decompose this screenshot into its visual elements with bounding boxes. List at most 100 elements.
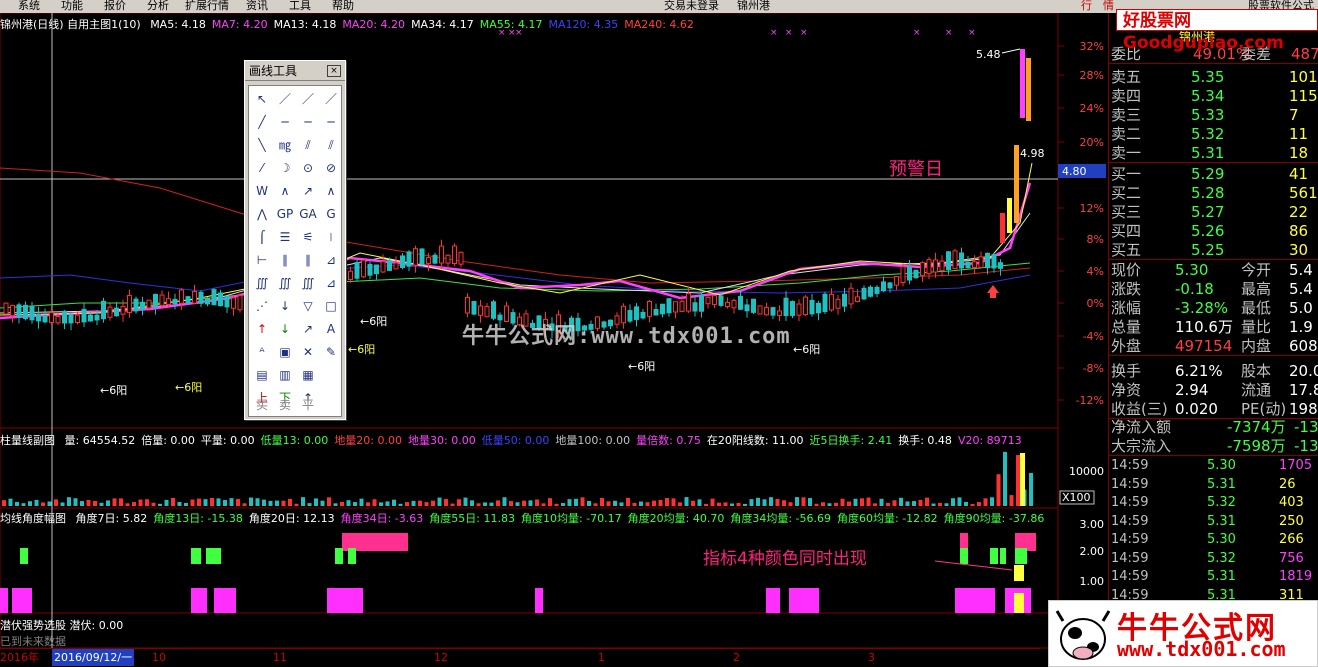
draw-tool-icon[interactable]: ↗: [297, 318, 319, 340]
cow-icon: [1055, 610, 1111, 660]
draw-tool-icon[interactable]: ─: [297, 111, 319, 133]
draw-tool-icon[interactable]: [320, 364, 342, 386]
draw-tool-icon[interactable]: GA: [297, 203, 319, 225]
draw-tool-icon[interactable]: ⊿: [320, 272, 342, 294]
pct-tick-label: 24%: [1080, 102, 1104, 115]
tick-row: 14:59 5.31 250: [1109, 513, 1318, 531]
volume-bar: [762, 499, 767, 506]
draw-tool-icon[interactable]: ↗: [297, 180, 319, 202]
stat-label: 换手: [1111, 362, 1142, 380]
draw-tool-icon[interactable]: ─: [320, 111, 342, 133]
candle-body: [419, 248, 425, 265]
tick-price: 5.30: [1207, 458, 1236, 473]
draw-tool-icon[interactable]: ／: [297, 88, 319, 110]
draw-tool-icon[interactable]: ⚟: [297, 226, 319, 248]
draw-tool-icon[interactable]: ↓: [274, 318, 296, 340]
draw-tool-icon[interactable]: ╲: [251, 134, 273, 156]
draw-tool-icon[interactable]: ∭: [297, 272, 319, 294]
buy-price: 5.26: [1191, 222, 1225, 240]
draw-tool-icon[interactable]: ⌠: [251, 226, 273, 248]
sell-price: 5.32: [1191, 125, 1225, 143]
draw-tool-trade-button[interactable]: 卖: [274, 394, 296, 416]
volume-bar: [548, 498, 552, 506]
draw-tool-icon[interactable]: ↓: [274, 295, 296, 317]
draw-tool-icon[interactable]: ⧘: [320, 226, 342, 248]
volume-bar: [528, 500, 533, 506]
draw-tool-icon[interactable]: ∥: [274, 249, 296, 271]
volume-bar: [743, 503, 747, 506]
draw-tool-icon[interactable]: ∭: [274, 272, 296, 294]
menu-help[interactable]: 帮助: [332, 0, 354, 11]
draw-tool-icon[interactable]: ✕: [297, 341, 319, 363]
volume-bar: [554, 503, 559, 506]
tick-time: 14:59: [1111, 513, 1149, 529]
draw-tool-icon[interactable]: ▤: [251, 364, 273, 386]
tab-hang[interactable]: 行: [1081, 0, 1092, 11]
draw-tool-icon[interactable]: ▽: [297, 295, 319, 317]
volume-bar: [340, 501, 344, 506]
draw-tool-icon[interactable]: ⫽: [320, 134, 342, 156]
draw-tool-icon[interactable]: [320, 387, 342, 409]
date-year: 2016年: [0, 651, 39, 664]
draw-tool-icon[interactable]: ⋀: [251, 203, 273, 225]
watermark: 牛牛公式网:www.tdx001.com: [462, 324, 791, 349]
draw-tool-icon[interactable]: ✎: [320, 341, 342, 363]
draw-tool-icon[interactable]: GP: [274, 203, 296, 225]
draw-tool-icon[interactable]: ⊢: [251, 249, 273, 271]
menu-system[interactable]: 系统: [18, 0, 40, 11]
draw-tool-icon[interactable]: ▥: [274, 364, 296, 386]
tab-qing[interactable]: 情: [1103, 0, 1114, 11]
candle-body: [153, 293, 158, 308]
draw-tool-trade-button[interactable]: 买: [251, 394, 273, 416]
menu-tools[interactable]: 工具: [289, 0, 311, 11]
draw-tool-icon[interactable]: ▦: [297, 364, 319, 386]
draw-tool-panel[interactable]: 画线工具 × ↖ ／／／ ╱ ─ ─ ─ ╲ ㎎ ⫽ ⫽ ⁄ ☽ ⊙ ⊘ W ∧ ↗ ∧ ⋀ GP GA G ⌠ ☰ ⚟ ⧘ ⊢ ∥ ∥…: [244, 60, 346, 420]
draw-tool-icon[interactable]: W: [251, 180, 273, 202]
draw-tool-icon[interactable]: ▣: [274, 341, 296, 363]
close-icon[interactable]: ×: [327, 65, 341, 77]
draw-tool-icon[interactable]: ↖: [251, 88, 273, 110]
draw-tool-icon[interactable]: ∧: [274, 180, 296, 202]
menu-function[interactable]: 功能: [61, 0, 83, 11]
menu-extended[interactable]: 扩展行情: [185, 0, 229, 11]
draw-tool-icon[interactable]: ⁄: [251, 157, 273, 179]
draw-tool-icon[interactable]: ⊿: [320, 249, 342, 271]
menu-quote[interactable]: 报价: [104, 0, 126, 11]
menu-info[interactable]: 资讯: [246, 0, 268, 11]
draw-tool-trade-button[interactable]: 平: [297, 394, 319, 416]
draw-tool-icon[interactable]: ㎎: [274, 134, 296, 156]
volume-bar: [41, 502, 45, 506]
volume-bar: [613, 500, 617, 506]
angle-block: [1000, 548, 1006, 564]
volume-bar: [210, 498, 214, 506]
draw-tool-icon[interactable]: ∧: [320, 180, 342, 202]
draw-tool-icon[interactable]: ─: [274, 111, 296, 133]
six-yang-label: ←6阳: [793, 343, 820, 356]
draw-tool-icon[interactable]: ⋰: [251, 295, 273, 317]
volume-bar: [444, 499, 448, 506]
volume-bar: [223, 500, 227, 506]
draw-tool-icon[interactable]: ⊙: [297, 157, 319, 179]
draw-tool-icon[interactable]: □: [320, 295, 342, 317]
menu-analysis[interactable]: 分析: [147, 0, 169, 11]
draw-tool-icon[interactable]: G: [320, 203, 342, 225]
draw-tool-icon[interactable]: ⊘: [320, 157, 342, 179]
draw-tool-icon[interactable]: ∥: [297, 249, 319, 271]
draw-tool-icon[interactable]: ᴬ: [251, 341, 273, 363]
vol-legend-item: 近5日换手: 2.41: [809, 434, 893, 447]
volume-bar: [645, 502, 650, 506]
draw-tool-icon[interactable]: ⫽: [297, 134, 319, 156]
draw-tool-icon[interactable]: ╱: [251, 111, 273, 133]
draw-tool-icon[interactable]: ☽: [274, 157, 296, 179]
draw-tool-icon[interactable]: ／: [320, 88, 342, 110]
draw-tool-icon[interactable]: ↑: [251, 318, 273, 340]
volume-bar: [314, 498, 318, 506]
draw-tool-icon[interactable]: A: [320, 318, 342, 340]
flow-row: 净流入额 -7374万 -13: [1109, 418, 1318, 437]
draw-tool-icon[interactable]: ☰: [274, 226, 296, 248]
tick-price: 5.32: [1207, 495, 1236, 510]
draw-tool-icon[interactable]: ∭: [251, 272, 273, 294]
draw-tool-icon[interactable]: ／: [274, 88, 296, 110]
stat-row: 总量 110.6万 量比 1.9: [1109, 318, 1318, 337]
volume-bar: [502, 497, 507, 506]
